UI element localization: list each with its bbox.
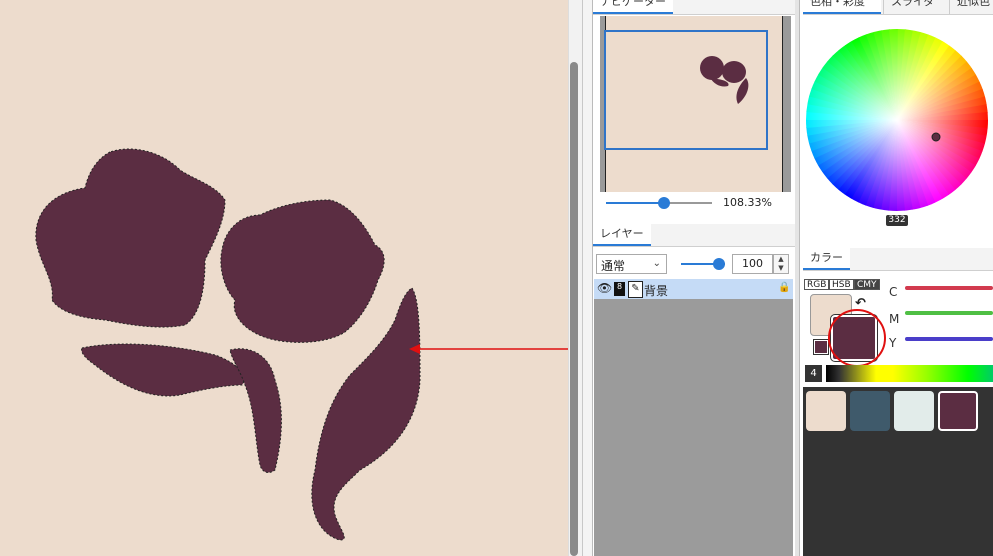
color-gradient-bar[interactable]	[826, 365, 993, 382]
opacity-input[interactable]: 100	[732, 254, 773, 274]
panel-gutter	[582, 0, 592, 556]
tab-approx-colors-label: 近似色	[957, 0, 990, 8]
chevron-up-icon[interactable]: ▲	[774, 255, 788, 264]
color-wheel[interactable]	[803, 16, 993, 230]
tab-color[interactable]: カラー	[803, 248, 850, 270]
palette-swatch[interactable]	[806, 391, 846, 431]
opacity-stepper[interactable]: ▲ ▼	[773, 254, 789, 274]
blend-mode-value: 通常	[601, 259, 626, 273]
color-wheel-panel	[803, 16, 993, 230]
channel-m-slider[interactable]	[905, 311, 993, 315]
palette-swatch[interactable]	[894, 391, 934, 431]
left-leaf	[81, 343, 245, 397]
tab-sliders[interactable]: スライダー	[883, 0, 947, 28]
zoom-slider-fill	[606, 202, 665, 204]
mode-rgb-label: RGB	[807, 280, 827, 290]
mode-hsb-button[interactable]: HSB	[829, 279, 854, 290]
layers-tabbar: レイヤー	[593, 224, 795, 247]
mode-hsb-label: HSB	[832, 280, 851, 290]
bit-depth-value: 8	[616, 282, 623, 291]
channel-c-label: C	[889, 285, 898, 299]
tab-navigator-label: ナビゲーター	[600, 0, 666, 8]
palette-swatch[interactable]	[938, 391, 978, 431]
palette-swatch[interactable]	[850, 391, 890, 431]
lock-icon[interactable]: 🔒	[778, 282, 790, 293]
zoom-slider-knob[interactable]	[658, 197, 671, 209]
layer-name: 背景	[644, 284, 669, 298]
color-panel-tabbar: カラー	[803, 248, 993, 271]
highlight-circle	[828, 309, 886, 367]
tab-color-label: カラー	[810, 251, 843, 264]
opacity-slider-knob[interactable]	[713, 258, 725, 270]
channel-c-slider[interactable]	[905, 286, 993, 290]
tab-hue-saturation-label: 色相・彩度	[810, 0, 865, 8]
navigator-zoom-row: 108.33%	[600, 194, 791, 212]
chevron-down-icon[interactable]: ▼	[774, 264, 788, 273]
scrollbar-thumb[interactable]	[570, 62, 578, 556]
mode-rgb-button[interactable]: RGB	[804, 279, 830, 290]
canvas-vertical-scrollbar[interactable]	[568, 0, 582, 556]
channel-m-label: M	[889, 312, 900, 326]
annotation-arrow	[409, 344, 568, 354]
tab-layers[interactable]: レイヤー	[593, 224, 651, 246]
stem	[229, 348, 282, 473]
blend-mode-select[interactable]: 通常 ⌄	[596, 254, 667, 274]
flower-silhouette	[35, 148, 421, 541]
tab-layers-label: レイヤー	[600, 227, 644, 240]
current-color-mini-swatch[interactable]	[813, 339, 829, 355]
layer-row[interactable]: 👁 8 ✎ 背景 🔒	[594, 279, 793, 299]
channel-y-slider[interactable]	[905, 337, 993, 341]
tab-approx-colors[interactable]: 近似色	[949, 0, 993, 14]
hue-value-label: 332	[886, 215, 908, 226]
navigator-tabbar: ナビゲーター	[593, 0, 795, 15]
bit-depth-icon: 8	[614, 282, 625, 296]
zoom-value: 108.33%	[723, 196, 772, 209]
right-bloom	[220, 199, 385, 343]
navigator-view-rectangle[interactable]	[604, 30, 768, 150]
eye-icon[interactable]: 👁	[597, 281, 612, 295]
layer-list-empty-area	[594, 299, 793, 556]
gradient-step-label: 4	[805, 365, 822, 382]
left-bloom	[35, 148, 226, 328]
pencil-icon[interactable]: ✎	[628, 281, 643, 298]
color-wheel-tabbar: 色相・彩度 スライダー 近似色	[803, 0, 993, 28]
chevron-down-icon: ⌄	[652, 258, 661, 269]
tab-navigator[interactable]: ナビゲーター	[593, 0, 673, 14]
wheel-picker-handle	[931, 132, 941, 142]
mode-cmy-label: CMY	[857, 280, 877, 290]
mode-cmy-button[interactable]: CMY	[854, 279, 880, 290]
channel-y-label: Y	[889, 336, 897, 350]
tab-hue-saturation[interactable]: 色相・彩度	[803, 0, 881, 14]
drawing-canvas[interactable]	[0, 0, 568, 556]
